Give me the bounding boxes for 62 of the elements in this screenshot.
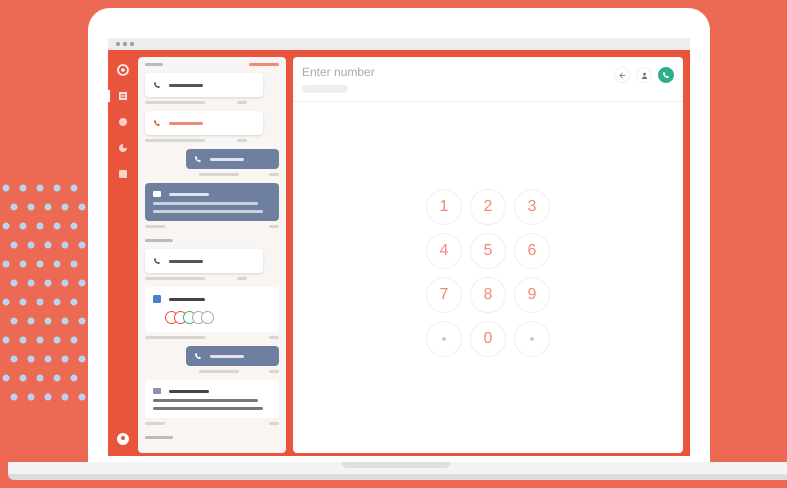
blurred-text: [145, 436, 173, 439]
dial-key[interactable]: 5: [470, 232, 506, 268]
phone-icon: [194, 352, 202, 360]
dial-key[interactable]: 2: [470, 188, 506, 224]
transfer-button[interactable]: [636, 67, 652, 83]
conference-card[interactable]: [145, 287, 279, 332]
arrow-icon: [618, 72, 626, 78]
blurred-text: [269, 225, 279, 228]
call-button[interactable]: [658, 67, 674, 83]
dial-key[interactable]: 4: [426, 232, 462, 268]
nav-circle-icon[interactable]: [117, 116, 129, 128]
blurred-text: [210, 354, 244, 358]
dial-key[interactable]: 6: [514, 232, 550, 268]
blurred-text: [269, 370, 279, 373]
blurred-text: [169, 298, 205, 300]
nav-card-icon[interactable]: [117, 168, 129, 180]
dial-key[interactable]: 7: [426, 276, 462, 312]
blurred-text: [145, 63, 163, 66]
dot-icon: [442, 336, 446, 340]
call-card[interactable]: [145, 249, 263, 273]
blurred-text: [145, 336, 205, 339]
chat-icon: [153, 388, 161, 394]
dial-key[interactable]: 8: [470, 276, 506, 312]
back-button[interactable]: [614, 67, 630, 83]
blurred-text: [145, 422, 165, 425]
blurred-text: [269, 336, 279, 339]
blurred-text: [145, 239, 173, 242]
dial-key[interactable]: 3: [514, 188, 550, 224]
nav-list-icon[interactable]: [117, 90, 129, 102]
nav-pie-icon[interactable]: [117, 142, 129, 154]
dot-icon: [530, 336, 534, 340]
phone-icon: [662, 71, 670, 79]
outgoing-call-bubble[interactable]: [186, 149, 279, 169]
blurred-text: [169, 84, 203, 86]
blurred-text: [199, 370, 239, 373]
phone-icon: [153, 257, 161, 265]
profile-icon[interactable]: [117, 433, 129, 445]
blurred-text: [199, 173, 239, 176]
person-icon: [640, 72, 648, 78]
people-icon: [153, 295, 161, 303]
logo-icon[interactable]: [117, 64, 129, 76]
blurred-text: [269, 173, 279, 176]
chat-icon: [153, 191, 161, 197]
blurred-text: [169, 390, 209, 392]
blurred-text: [145, 225, 165, 228]
message-card[interactable]: [145, 183, 279, 221]
blurred-text: [249, 63, 279, 66]
blurred-text: [269, 422, 279, 425]
blurred-text: [210, 158, 244, 160]
number-field[interactable]: Enter number: [302, 63, 482, 81]
blurred-text: [169, 192, 209, 196]
blurred-text: [169, 122, 203, 124]
phone-icon: [194, 155, 202, 163]
note-card[interactable]: [145, 380, 279, 418]
dial-key[interactable]: 9: [514, 276, 550, 312]
phone-icon: [153, 119, 161, 127]
outgoing-call-bubble[interactable]: [186, 346, 279, 366]
dial-key[interactable]: 0: [470, 320, 506, 356]
phone-icon: [153, 81, 161, 89]
call-card[interactable]: [145, 73, 263, 97]
dial-key[interactable]: 1: [426, 188, 462, 224]
blurred-text: [169, 260, 203, 262]
